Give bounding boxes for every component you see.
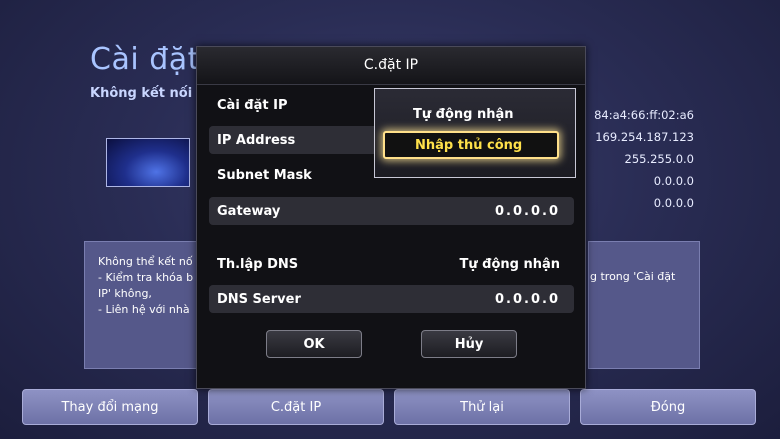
cancel-button[interactable]: Hủy xyxy=(421,330,517,358)
ip-settings-button[interactable]: C.đặt IP xyxy=(208,389,384,425)
dns-setting-row[interactable]: Th.lập DNS Tự động nhận xyxy=(209,250,574,278)
dns-setting-label: Th.lập DNS xyxy=(217,256,299,272)
dns-value: 0.0.0.0 xyxy=(653,196,694,210)
ip-address-label: IP Address xyxy=(217,132,296,148)
gateway-value: 0.0.0.0 xyxy=(495,203,560,219)
retry-button[interactable]: Thử lại xyxy=(394,389,570,425)
gateway-row[interactable]: Gateway 0.0.0.0 xyxy=(209,197,574,225)
subnet-mask-label: Subnet Mask xyxy=(217,167,312,183)
dialog-title: C.đặt IP xyxy=(197,47,585,85)
dns-server-label: DNS Server xyxy=(217,291,301,307)
network-values: 84:a4:66:ff:02:a6 169.254.187.123 255.25… xyxy=(594,104,694,214)
ip-address-value: 169.254.187.123 xyxy=(595,130,694,144)
close-button[interactable]: Đóng xyxy=(580,389,756,425)
gateway-label: Gateway xyxy=(217,203,281,219)
dns-setting-value: Tự động nhận xyxy=(459,256,560,272)
ok-button[interactable]: OK xyxy=(266,330,362,358)
error-message-tail: g trong 'Cài đặt xyxy=(590,270,676,283)
error-message: Không thể kết nố - Kiểm tra khóa b IP' k… xyxy=(98,255,194,316)
dns-server-value: 0.0.0.0 xyxy=(495,291,560,307)
message-panel-right xyxy=(588,241,700,369)
ip-setting-dropdown: Tự động nhận Nhập thủ công xyxy=(374,88,576,178)
option-auto[interactable]: Tự động nhận xyxy=(413,107,514,122)
change-network-button[interactable]: Thay đổi mạng xyxy=(22,389,198,425)
ip-setting-label: Cài đặt IP xyxy=(217,97,288,113)
gateway-value: 0.0.0.0 xyxy=(653,174,694,188)
network-thumbnail xyxy=(106,138,190,187)
subnet-value: 255.255.0.0 xyxy=(624,152,695,166)
page-subtitle: Không kết nối m xyxy=(90,86,211,101)
option-manual[interactable]: Nhập thủ công xyxy=(383,131,559,159)
mac-address-value: 84:a4:66:ff:02:a6 xyxy=(594,108,694,122)
dns-server-row[interactable]: DNS Server 0.0.0.0 xyxy=(209,285,574,313)
